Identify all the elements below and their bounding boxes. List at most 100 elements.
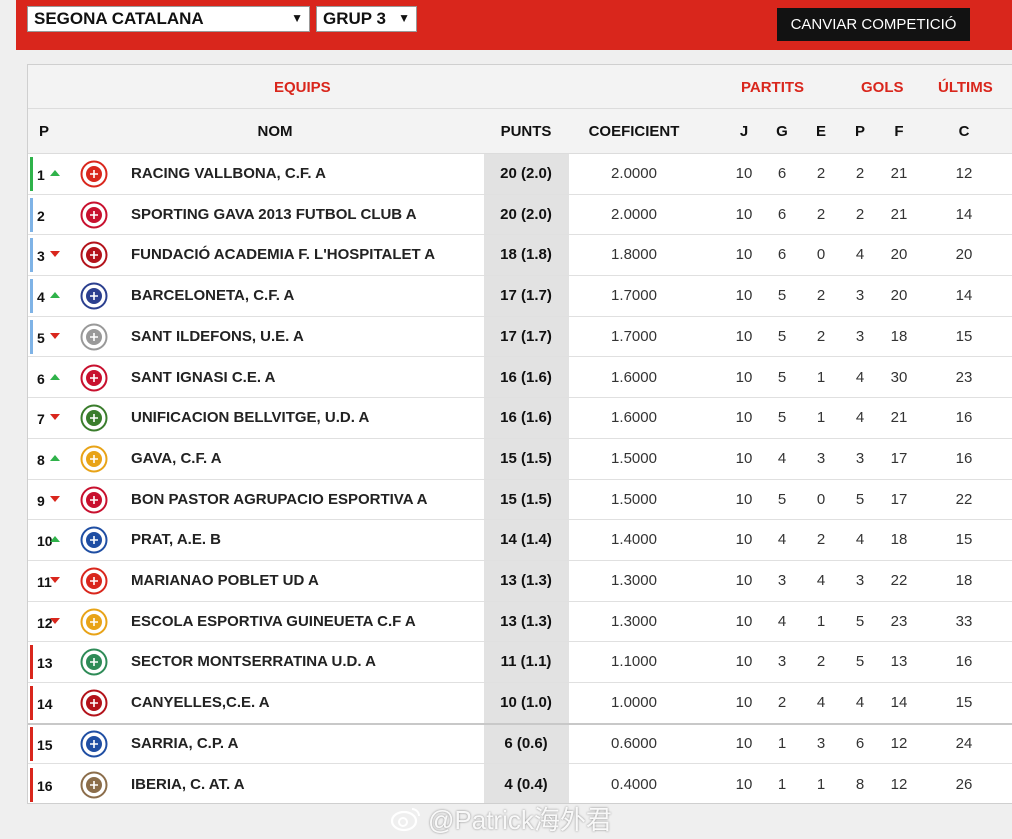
zone-indicator [30, 279, 33, 314]
table-group-header: EQUIPS PARTITS GOLS ÚLTIMS [28, 65, 1012, 109]
competition-select-value: SEGONA CATALANA [34, 9, 204, 28]
table-row[interactable]: 6 SANT IGNASI C.E. A 16 (1.6) 1.6000 10 5 1 4 30… [28, 358, 1012, 399]
table-row[interactable]: 5 SANT ILDEFONS, U.E. A 17 (1.7) 1.7000 10 5 2… [28, 317, 1012, 358]
team-crest-icon [80, 404, 108, 432]
cell-coefficient: 1.8000 [611, 246, 657, 264]
team-name[interactable]: UNIFICACION BELLVITGE, U.D. A [131, 409, 369, 426]
cell-played: 10 [735, 490, 753, 508]
cell-drawn: 3 [816, 449, 826, 467]
table-row[interactable]: 14 CANYELLES,C.E. A 10 (1.0) 1.0000 10 2 4 4 14 1… [28, 683, 1012, 724]
change-competition-button[interactable]: CANVIAR COMPETICIÓ [777, 8, 970, 41]
cell-lost: 5 [855, 612, 865, 630]
table-row[interactable]: 8 GAVA, C.F. A 15 (1.5) 1.5000 10 4 3 3 17 16 [28, 439, 1012, 480]
cell-lost: 8 [855, 775, 865, 793]
team-name[interactable]: SECTOR MONTSERRATINA U.D. A [131, 653, 376, 670]
team-name[interactable]: SARRIA, C.P. A [131, 735, 239, 752]
cell-drawn: 4 [816, 694, 826, 712]
cell-played: 10 [735, 694, 753, 712]
cell-won: 1 [777, 734, 787, 752]
team-name[interactable]: BON PASTOR AGRUPACIO ESPORTIVA A [131, 491, 427, 508]
cell-coefficient: 2.0000 [611, 165, 657, 182]
team-name[interactable]: CANYELLES,C.E. A [131, 694, 270, 711]
trend-up-icon [50, 454, 60, 461]
team-crest-icon [80, 730, 108, 758]
competition-select[interactable]: SEGONA CATALANA ▼ [27, 6, 310, 32]
team-name[interactable]: PRAT, A.E. B [131, 531, 221, 548]
col-lost[interactable]: P [855, 123, 865, 140]
table-row[interactable]: 15 SARRIA, C.P. A 6 (0.6) 0.6000 10 1 3 6 12 24 [28, 724, 1012, 765]
cell-played: 10 [735, 572, 753, 589]
table-row[interactable]: 11 MARIANAO POBLET UD A 13 (1.3) 1.3000 10 3 4… [28, 561, 1012, 602]
cell-drawn: 2 [816, 287, 826, 305]
cell-drawn: 2 [816, 165, 826, 182]
group-select[interactable]: GRUP 3 ▼ [316, 6, 417, 32]
team-name[interactable]: SANT ILDEFONS, U.E. A [131, 328, 304, 345]
table-row[interactable]: 10 PRAT, A.E. B 14 (1.4) 1.4000 10 4 2 4 18 15 [28, 520, 1012, 561]
cell-goals-for: 13 [890, 653, 908, 671]
col-won[interactable]: G [776, 123, 788, 140]
col-position[interactable]: P [39, 123, 49, 140]
table-row[interactable]: 2 SPORTING GAVA 2013 FUTBOL CLUB A 20 (2.0… [28, 195, 1012, 236]
team-name[interactable]: MARIANAO POBLET UD A [131, 572, 319, 589]
team-crest-icon [80, 689, 108, 717]
position: 7 [37, 411, 45, 428]
cell-drawn: 2 [816, 653, 826, 671]
cell-coefficient: 1.1000 [611, 653, 657, 671]
cell-lost: 6 [855, 734, 865, 752]
header-gols: GOLS [861, 79, 904, 96]
col-played[interactable]: J [740, 123, 748, 140]
cell-goals-for: 23 [890, 612, 908, 630]
table-row[interactable]: 16 IBERIA, C. AT. A 4 (0.4) 0.4000 10 1 1 8 12 26 [28, 765, 1012, 804]
zone-indicator [30, 726, 33, 761]
cell-coefficient: 1.5000 [611, 449, 657, 467]
table-row[interactable]: 3 FUNDACIÓ ACADEMIA F. L'HOSPITALET A 18 (… [28, 235, 1012, 277]
group-select-value: GRUP 3 [323, 9, 386, 28]
cell-coefficient: 1.5000 [611, 490, 657, 508]
cell-goals-for: 12 [890, 775, 908, 793]
cell-played: 10 [735, 612, 753, 630]
col-coefficient[interactable]: COEFICIENT [589, 123, 680, 140]
position: 2 [37, 207, 45, 224]
zone-indicator [30, 157, 33, 191]
table-row[interactable]: 13 SECTOR MONTSERRATINA U.D. A 11 (1.1) 1.1… [28, 642, 1012, 684]
position: 8 [37, 451, 45, 468]
cell-won: 5 [777, 327, 787, 345]
cell-drawn: 0 [816, 246, 826, 264]
cell-points: 14 (1.4) [500, 531, 552, 549]
team-name[interactable]: BARCELONETA, C.F. A [131, 287, 294, 304]
col-drawn[interactable]: E [816, 123, 826, 140]
cell-played: 10 [735, 205, 753, 223]
col-goals-for[interactable]: F [894, 123, 903, 140]
header-equips: EQUIPS [274, 79, 331, 96]
cell-won: 5 [777, 409, 787, 427]
table-row[interactable]: 1 RACING VALLBONA, C.F. A 20 (2.0) 2.0000 10… [28, 154, 1012, 195]
team-name[interactable]: SPORTING GAVA 2013 FUTBOL CLUB A [131, 206, 417, 223]
team-name[interactable]: SANT IGNASI C.E. A [131, 369, 275, 386]
team-name[interactable]: IBERIA, C. AT. A [131, 776, 245, 793]
team-name[interactable]: ESCOLA ESPORTIVA GUINEUETA C.F A [131, 613, 416, 630]
cell-coefficient: 1.3000 [611, 612, 657, 630]
position: 14 [37, 696, 53, 713]
standings-table: EQUIPS PARTITS GOLS ÚLTIMS P NOM PUNTS C… [27, 64, 1012, 804]
cell-points: 20 (2.0) [500, 205, 552, 223]
col-points[interactable]: PUNTS [501, 123, 552, 140]
team-name[interactable]: GAVA, C.F. A [131, 450, 222, 467]
cell-drawn: 0 [816, 490, 826, 508]
table-row[interactable]: 7 UNIFICACION BELLVITGE, U.D. A 16 (1.6) 1.… [28, 398, 1012, 439]
col-name[interactable]: NOM [258, 123, 293, 140]
team-name[interactable]: RACING VALLBONA, C.F. A [131, 165, 326, 182]
table-row[interactable]: 12 ESCOLA ESPORTIVA GUINEUETA C.F A 13 (1.… [28, 602, 1012, 643]
cell-goals-against: 24 [955, 734, 973, 752]
col-goals-against[interactable]: C [959, 123, 970, 140]
cell-played: 10 [735, 165, 753, 182]
team-name[interactable]: FUNDACIÓ ACADEMIA F. L'HOSPITALET A [131, 246, 435, 263]
team-crest-icon [80, 445, 108, 473]
cell-drawn: 1 [816, 775, 826, 793]
cell-goals-against: 18 [955, 572, 973, 589]
cell-goals-against: 16 [955, 653, 973, 671]
cell-points: 6 (0.6) [504, 734, 548, 752]
table-row[interactable]: 9 BON PASTOR AGRUPACIO ESPORTIVA A 15 (1.5… [28, 480, 1012, 521]
zone-indicator [30, 686, 33, 721]
table-row[interactable]: 4 BARCELONETA, C.F. A 17 (1.7) 1.7000 10 5 2 3 2… [28, 276, 1012, 317]
cell-points: 17 (1.7) [500, 287, 552, 305]
